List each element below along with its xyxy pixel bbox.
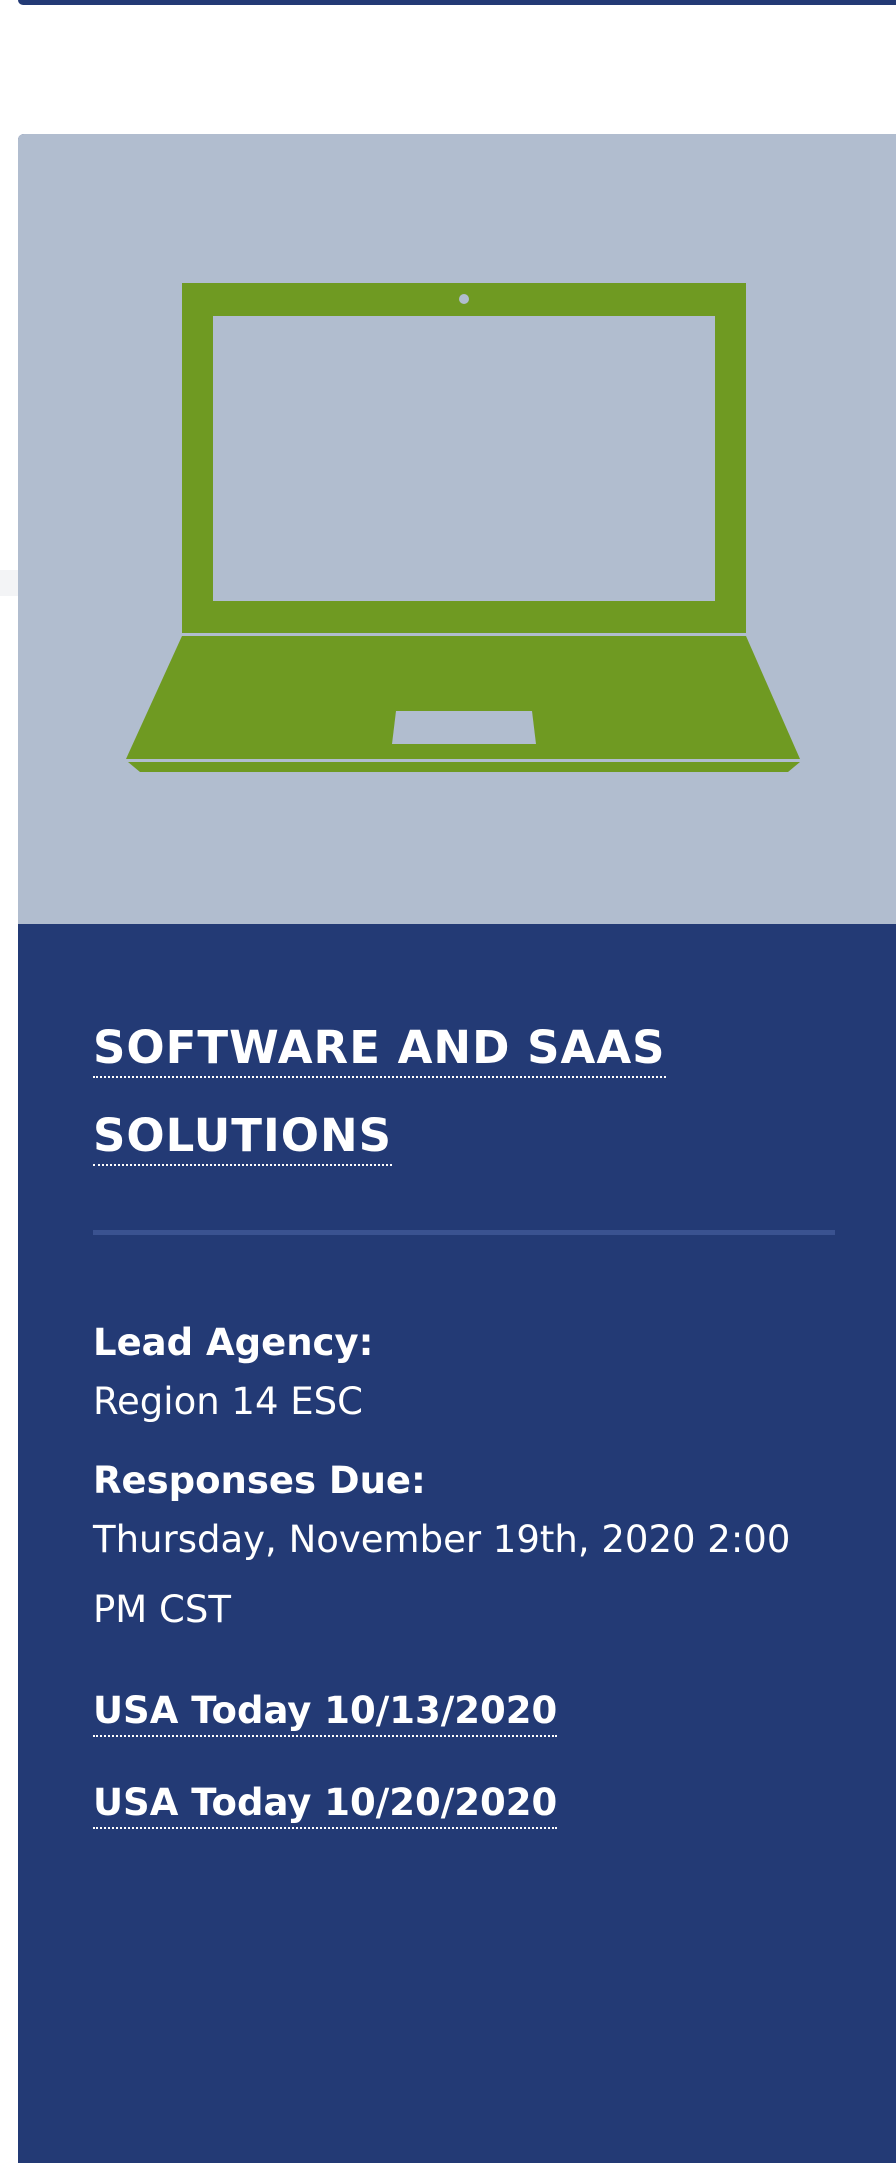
- lead-agency-label: Lead Agency:: [93, 1321, 374, 1364]
- lead-agency-value: Region 14 ESC: [93, 1380, 363, 1423]
- document-links: USA Today 10/13/2020 USA Today 10/20/202…: [93, 1665, 835, 1849]
- document-link-oct-20[interactable]: USA Today 10/20/2020: [93, 1779, 558, 1829]
- card-title: SOFTWARE AND SAAS SOLUTIONS: [93, 1004, 835, 1180]
- top-card-edge: [18, 0, 896, 5]
- card-image: [18, 134, 896, 924]
- document-link-oct-13[interactable]: USA Today 10/13/2020: [93, 1687, 558, 1737]
- page-edge-strip: [0, 570, 18, 596]
- divider: [93, 1230, 835, 1235]
- lead-agency-group: Lead Agency: Region 14 ESC: [93, 1319, 835, 1437]
- laptop-icon: [123, 283, 803, 772]
- card-title-link[interactable]: SOFTWARE AND SAAS SOLUTIONS: [93, 1021, 666, 1166]
- responses-due-group: Responses Due: Thursday, November 19th, …: [93, 1457, 835, 1645]
- responses-due-label: Responses Due:: [93, 1459, 426, 1502]
- card-body: SOFTWARE AND SAAS SOLUTIONS Lead Agency:…: [93, 1004, 835, 1849]
- solicitation-card: SOFTWARE AND SAAS SOLUTIONS Lead Agency:…: [18, 134, 896, 2163]
- responses-due-value: Thursday, November 19th, 2020 2:00 PM CS…: [93, 1518, 791, 1631]
